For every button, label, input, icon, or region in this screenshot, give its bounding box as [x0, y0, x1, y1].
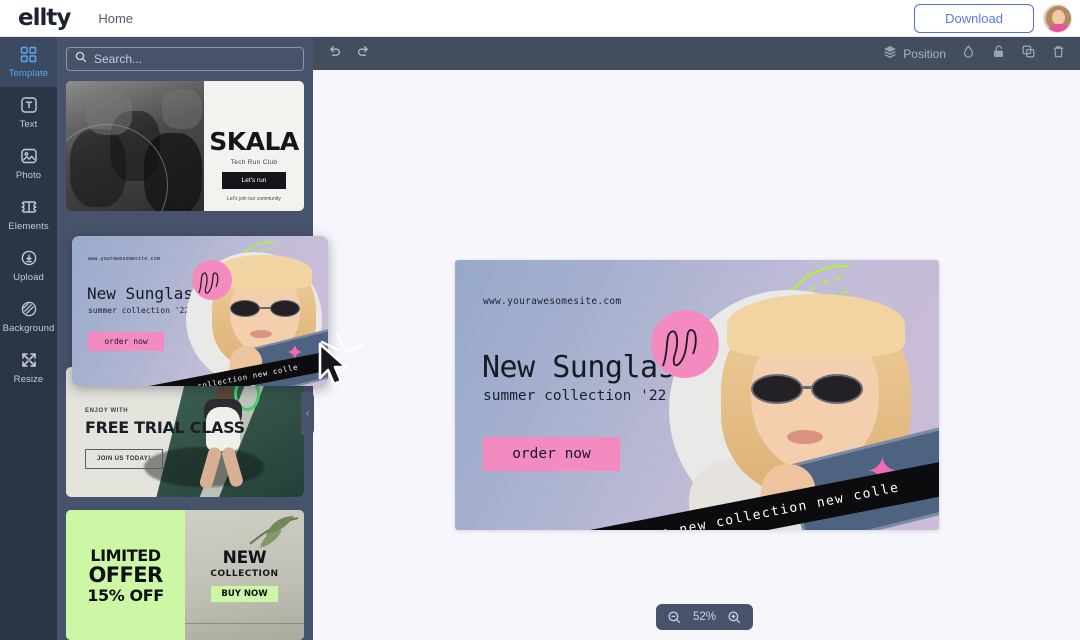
zoom-control: 52%	[656, 604, 754, 630]
drag-card-subtitle: summer collection '22	[88, 306, 190, 315]
app-header: ellty Home Download	[0, 0, 1080, 37]
search-icon	[75, 50, 87, 68]
upload-icon	[20, 249, 38, 267]
grid-icon	[20, 46, 37, 63]
skala-text-side: SKALA Tech Run Club Let's run Let's join…	[204, 81, 304, 211]
app-logo[interactable]: ellty	[18, 5, 71, 31]
resize-icon	[20, 351, 38, 369]
template-thumb-skala[interactable]: SKALA Tech Run Club Let's run Let's join…	[66, 81, 304, 211]
sidebar-item-text[interactable]: Text	[0, 87, 57, 138]
offer-right-sub: COLLECTION	[210, 569, 279, 579]
sidebar-item-label: Photo	[15, 170, 42, 181]
player-leg-left	[198, 446, 223, 490]
drag-scribble-decor	[198, 272, 219, 294]
object-controls: Position	[883, 44, 1066, 64]
offer-line3: 15% OFF	[87, 585, 164, 605]
header-actions: Download	[914, 3, 1072, 33]
skala-button: Let's run	[221, 172, 287, 189]
layers-icon	[883, 45, 897, 62]
sidebar-item-upload[interactable]: Upload	[0, 240, 57, 291]
drag-cursor	[316, 332, 364, 393]
background-icon	[20, 300, 38, 318]
download-button[interactable]: Download	[914, 3, 1034, 33]
drag-card-cta: order now	[88, 332, 164, 351]
skala-subtitle: Tech Run Club	[230, 158, 278, 166]
avatar-shirt	[1048, 23, 1069, 32]
trash-icon[interactable]	[1051, 44, 1066, 64]
lens-right	[811, 374, 863, 404]
player-leg-right	[220, 445, 245, 489]
artboard-cta-button[interactable]: order now	[483, 437, 620, 471]
text-icon	[20, 96, 38, 114]
drag-model-sunglasses	[230, 300, 302, 317]
offer-left: LIMITED OFFER 15% OFF	[66, 510, 185, 640]
editor-toolbar: Position	[313, 37, 1080, 70]
elements-icon	[20, 198, 38, 216]
drag-sparkle-lines	[320, 332, 364, 353]
search-input[interactable]	[94, 52, 295, 66]
offer-wall-line	[185, 623, 304, 624]
position-label: Position	[903, 46, 946, 61]
skala-photo	[66, 81, 205, 211]
nav-home-link[interactable]: Home	[98, 11, 133, 26]
photo-icon	[20, 147, 38, 165]
sidebar-item-template[interactable]: Template	[0, 37, 57, 87]
dragged-template-card[interactable]: www.yourawesomesite.com New Sunglass sum…	[72, 236, 328, 386]
sidebar-item-label: Upload	[13, 272, 44, 283]
panel-collapse-button[interactable]: ‹	[301, 392, 314, 435]
skala-title: SKALA	[209, 126, 299, 156]
search-bar[interactable]	[66, 47, 304, 71]
template-thumb-tennis[interactable]: ENJOY WITH FREE TRIAL CLASS JOIN US TODA…	[66, 367, 304, 497]
artboard-url: www.yourawesomesite.com	[483, 296, 622, 307]
duplicate-icon[interactable]	[1021, 44, 1036, 64]
tennis-eyebrow: ENJOY WITH	[85, 408, 129, 414]
offer-buy-now-button: BUY NOW	[211, 586, 278, 602]
sidebar-item-photo[interactable]: Photo	[0, 138, 57, 189]
canvas-stage[interactable]: www.yourawesomesite.com New Sunglass sum…	[313, 70, 1080, 640]
history-controls	[327, 44, 371, 64]
tennis-button: JOIN US TODAY!	[85, 449, 163, 469]
leaf-icon	[249, 516, 298, 548]
sidebar-item-label: Text	[19, 119, 38, 130]
undo-icon[interactable]	[327, 44, 342, 64]
scribble-decor	[662, 329, 697, 367]
redo-icon[interactable]	[356, 44, 371, 64]
tennis-title: FREE TRIAL CLASS	[85, 418, 245, 437]
canvas-area: Position www.yourawesomesite.com New Sun…	[313, 37, 1080, 640]
position-button[interactable]: Position	[883, 45, 946, 62]
model-lips	[787, 430, 823, 444]
template-thumb-limited-offer[interactable]: LIMITED OFFER 15% OFF NEW COLLECTION BUY…	[66, 510, 304, 640]
app-root: ellty Home Download Template Text Photo …	[0, 0, 1080, 640]
artboard-subtitle[interactable]: summer collection '22	[483, 388, 666, 404]
avatar-face	[1052, 9, 1065, 25]
offer-line2: OFFER	[88, 562, 163, 587]
zoom-level-label: 52%	[693, 611, 717, 623]
lens-left	[751, 374, 803, 404]
artboard[interactable]: www.yourawesomesite.com New Sunglass sum…	[455, 260, 939, 530]
sidebar-item-resize[interactable]: Resize	[0, 342, 57, 393]
app-body: Template Text Photo Elements Upload Back…	[0, 37, 1080, 640]
sidebar-item-label: Resize	[13, 374, 44, 385]
model-bangs	[727, 294, 905, 356]
avatar[interactable]	[1043, 3, 1072, 33]
sidebar-item-label: Template	[8, 68, 49, 79]
sidebar-item-background[interactable]: Background	[0, 291, 57, 342]
offer-right: NEW COLLECTION BUY NOW	[185, 510, 304, 640]
drag-model-lips	[250, 330, 272, 338]
skala-note: Let's join our community	[227, 196, 281, 202]
zoom-out-icon[interactable]	[667, 610, 682, 625]
drag-card-url: www.yourawesomesite.com	[88, 256, 160, 262]
zoom-in-icon[interactable]	[727, 610, 742, 625]
model-sunglasses	[751, 374, 881, 404]
sidebar-item-elements[interactable]: Elements	[0, 189, 57, 240]
drag-lens-right	[270, 300, 300, 317]
unlock-icon[interactable]	[991, 44, 1006, 64]
sidebar-item-label: Background	[2, 323, 55, 334]
left-rail: Template Text Photo Elements Upload Back…	[0, 37, 57, 640]
sidebar-item-label: Elements	[8, 221, 49, 232]
drag-glasses-bridge	[259, 307, 271, 309]
opacity-drop-icon[interactable]	[961, 44, 976, 64]
